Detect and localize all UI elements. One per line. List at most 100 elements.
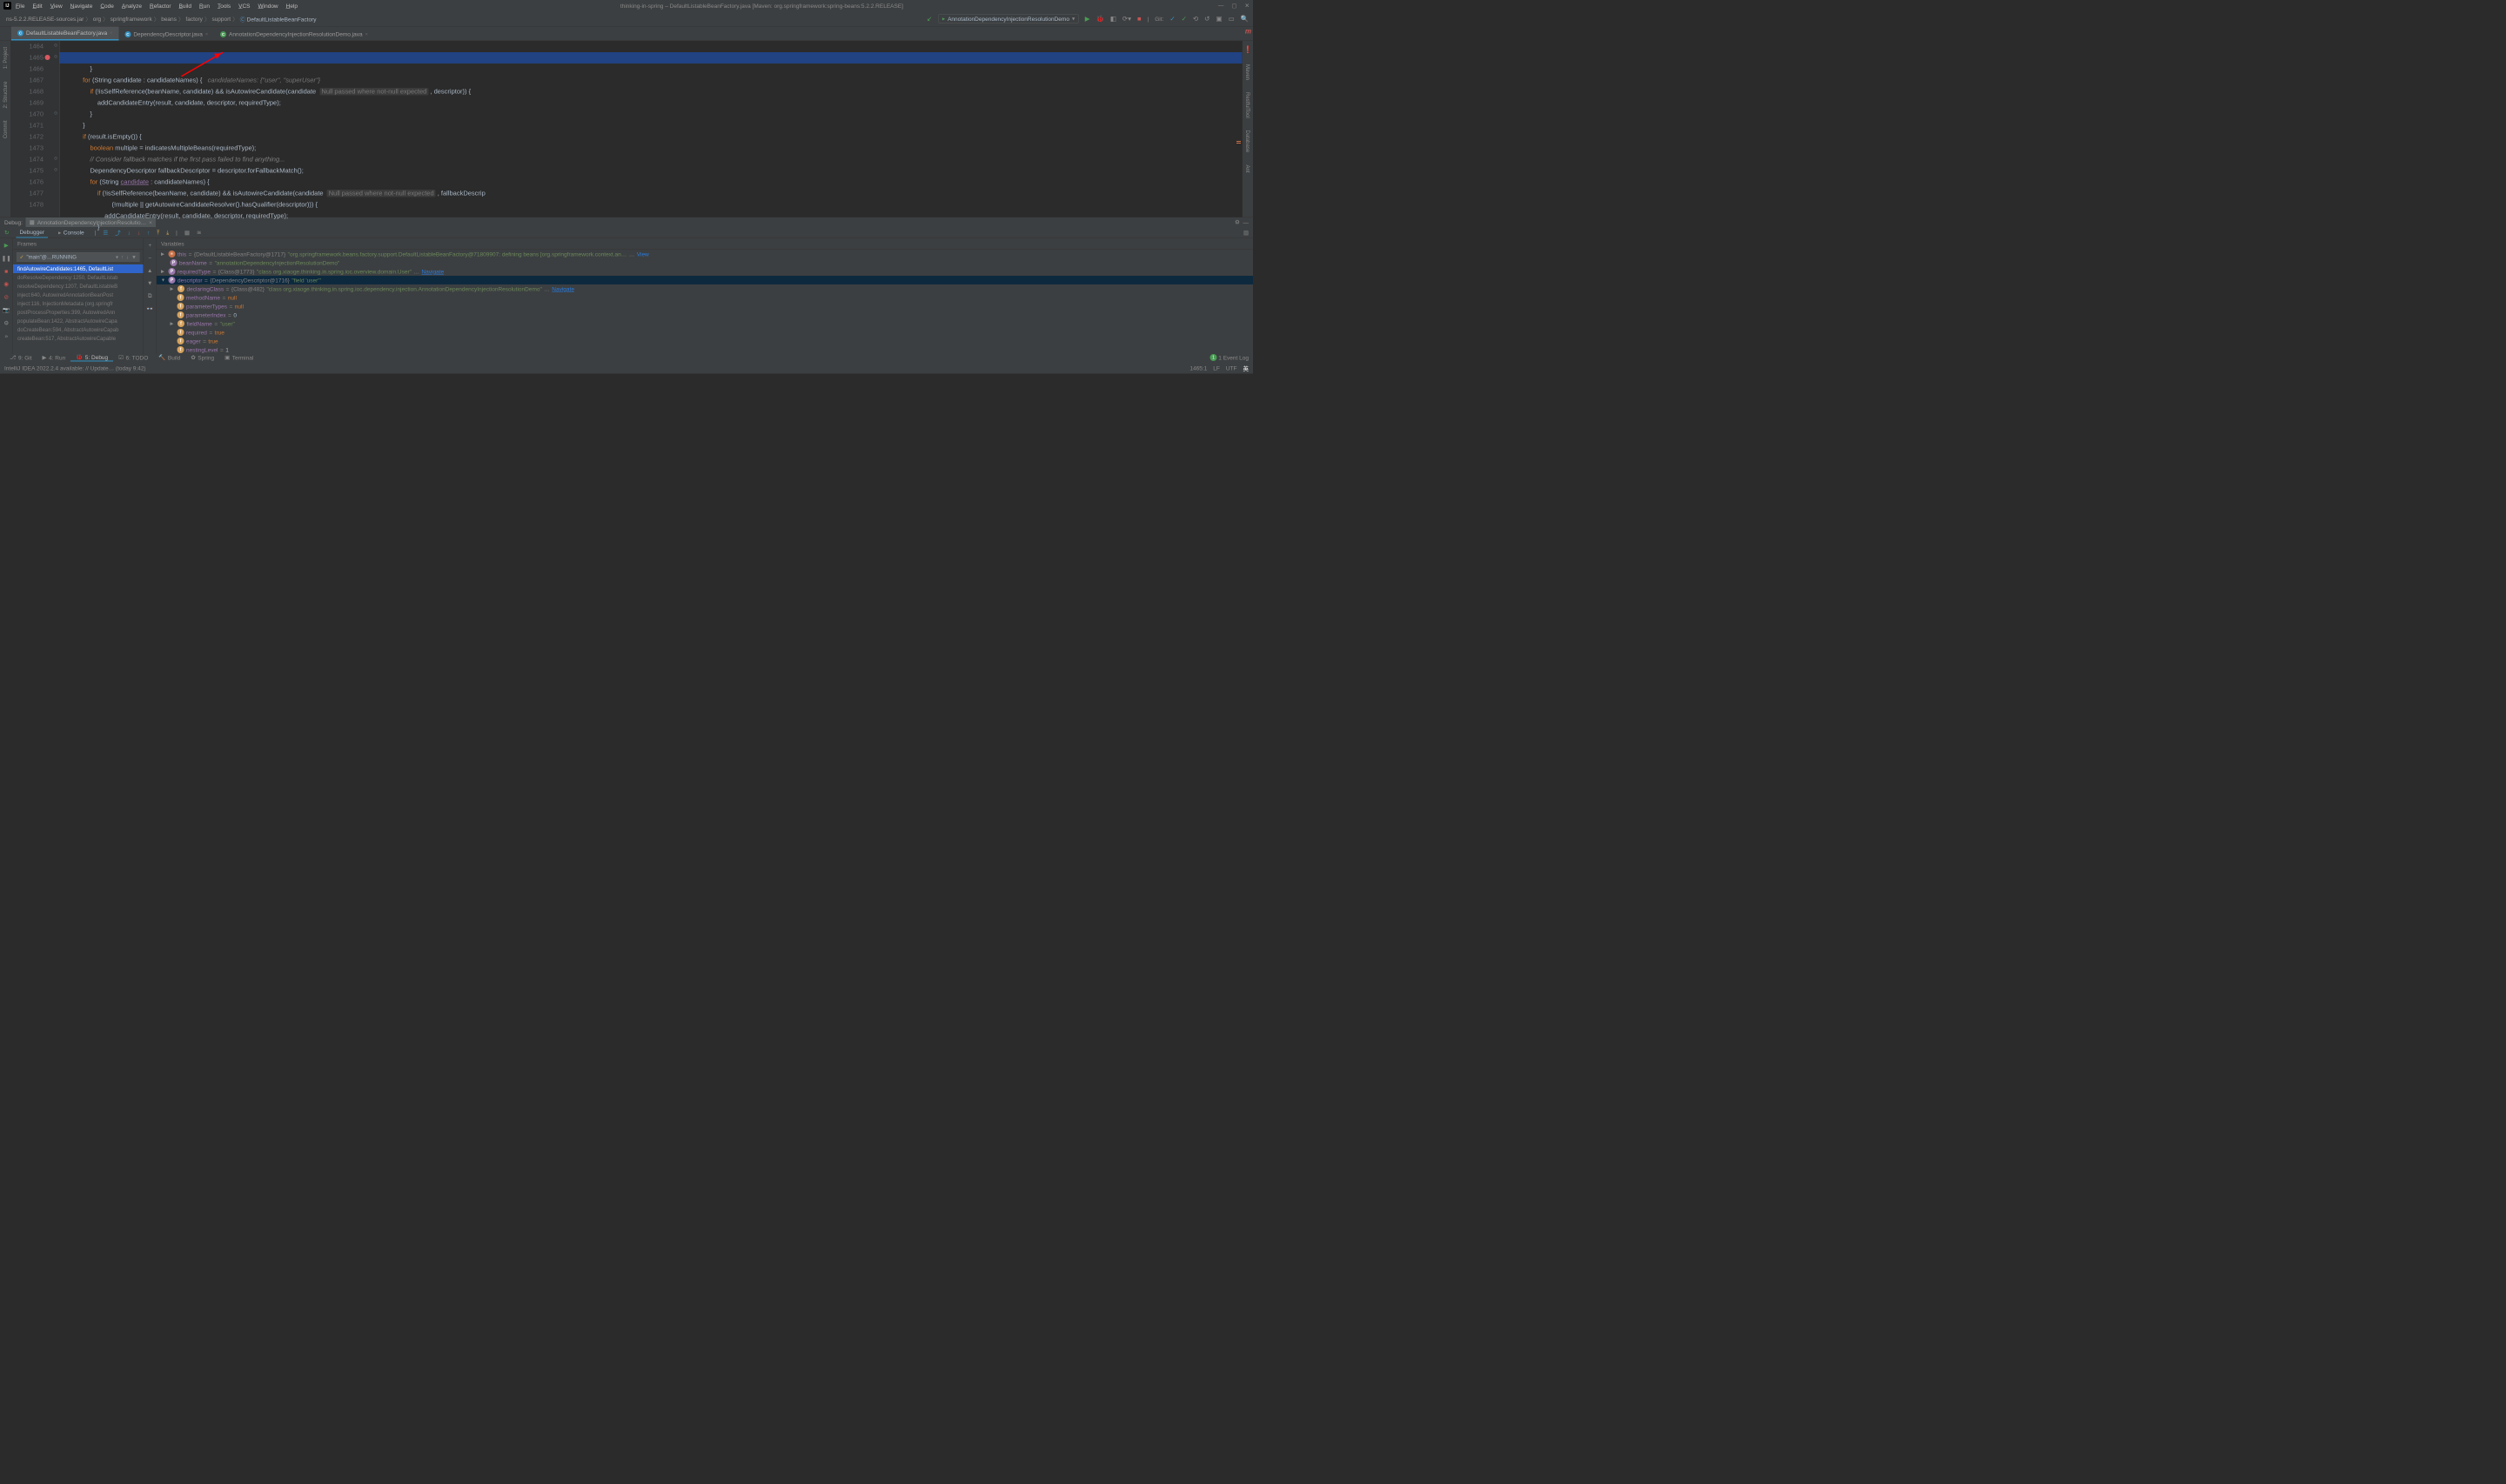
stack-frame[interactable]: doResolveDependency:1250, DefaultListab — [13, 273, 144, 282]
resume-icon[interactable]: ▶ — [4, 242, 9, 249]
editor-tab[interactable]: CAnnotationDependencyInjectionResolution… — [214, 28, 374, 41]
tool-run[interactable]: ▶ 4: Run — [37, 354, 71, 361]
tool-todo[interactable]: ☑ 6: TODO — [113, 354, 153, 361]
close-tab-icon[interactable]: × — [110, 30, 112, 36]
vcs-revert-icon[interactable]: ↺ — [1204, 15, 1209, 23]
menu-vcs[interactable]: VCS — [238, 3, 250, 10]
vcs-history-icon[interactable]: ⟲ — [1193, 15, 1198, 23]
glasses-icon[interactable]: 👓 — [146, 305, 153, 312]
pause-icon[interactable]: ❚❚ — [2, 255, 11, 262]
tool-commit[interactable]: Commit — [3, 118, 9, 140]
menu-view[interactable]: View — [50, 3, 63, 10]
tool-project[interactable]: 1: Project — [3, 45, 9, 70]
var-requiredType[interactable]: ▶P requiredType = {Class@1773} "class or… — [157, 267, 1253, 276]
toolbox-icon[interactable]: ▭ — [1229, 15, 1235, 23]
debug-left-toolbar: ▶ ❚❚ ■ ◉ ⊘ 📷 ⚙ » — [0, 238, 13, 354]
tool-build[interactable]: 🔨 Build — [153, 354, 185, 361]
run-config-selector[interactable]: ▸AnnotationDependencyInjectionResolution… — [938, 14, 1078, 23]
fold-gutter[interactable]: ⊖ ⊖ ⊖ ⊖ ⊖ — [52, 41, 60, 217]
pin-icon[interactable]: » — [4, 333, 8, 340]
search-icon[interactable]: 🔍 — [1241, 15, 1249, 23]
hide-icon[interactable]: — — [1243, 219, 1250, 226]
run-icon[interactable]: ▶ — [1085, 15, 1090, 23]
var-fieldName[interactable]: ▶f fieldName = "user" — [157, 319, 1253, 328]
menu-code[interactable]: Code — [100, 3, 114, 10]
tool-spring[interactable]: ✿ Spring — [185, 354, 219, 361]
stop-debug-icon[interactable]: ■ — [4, 268, 8, 275]
inspection-error-icon[interactable]: ❗ — [1243, 45, 1252, 54]
tool-debug[interactable]: 🐞 5: Debug — [70, 354, 113, 362]
menu-file[interactable]: File — [16, 3, 24, 10]
stop-icon[interactable]: ■ — [1137, 15, 1142, 23]
vcs-commit-icon[interactable]: ✓ — [1182, 15, 1187, 23]
var-eager[interactable]: f eager = true — [157, 337, 1253, 345]
coverage-icon[interactable]: ◧ — [1110, 15, 1116, 23]
stack-frame[interactable]: resolveDependency:1207, DefaultListableB — [13, 282, 144, 291]
var-required[interactable]: f required = true — [157, 328, 1253, 337]
close-tab-icon[interactable]: × — [365, 31, 368, 37]
var-declaringClass[interactable]: ▶f declaringClass = {Class@482} "class o… — [157, 284, 1253, 293]
tool-structure[interactable]: 2: Structure — [3, 79, 9, 110]
minimize-icon[interactable]: — — [1218, 3, 1224, 10]
git-label: Git: — [1155, 16, 1163, 23]
update-notification[interactable]: IntelliJ IDEA 2022.2.4 available: // Upd… — [4, 365, 146, 372]
layout-icon[interactable]: ▥ — [1243, 229, 1249, 236]
menu-refactor[interactable]: Refactor — [150, 3, 171, 10]
menu-window[interactable]: Window — [258, 3, 278, 10]
view-breakpoints-icon[interactable]: ◉ — [3, 281, 9, 288]
vcs-push-icon[interactable]: ▣ — [1216, 15, 1222, 23]
debug-icon[interactable]: 🐞 — [1096, 15, 1103, 23]
tool-git[interactable]: ⎇ 9: Git — [4, 354, 37, 361]
var-descriptor[interactable]: ▼P descriptor = {DependencyDescriptor@17… — [157, 276, 1253, 284]
settings-icon[interactable]: ⚙ — [3, 320, 9, 327]
encoding[interactable]: UTF — [1226, 365, 1237, 372]
menu-build[interactable]: Build — [179, 3, 191, 10]
gutter[interactable]: 💡 14641465146614671468146914701471147214… — [11, 41, 53, 217]
tool-restful[interactable]: RestfulTool — [1245, 90, 1251, 120]
event-log[interactable]: 1 Event Log — [1218, 354, 1249, 361]
breakpoint-icon[interactable] — [45, 55, 50, 60]
up-icon[interactable]: ▲ — [147, 267, 152, 274]
editor-tab[interactable]: CDefaultListableBeanFactory.java× — [11, 27, 118, 41]
down-icon[interactable]: ▼ — [147, 280, 152, 287]
menu-analyze[interactable]: Analyze — [122, 3, 142, 10]
close-icon[interactable]: ✕ — [1245, 3, 1250, 10]
var-parameterTypes[interactable]: f parameterTypes = null — [157, 302, 1253, 311]
stack-frame[interactable]: createBean:517, AbstractAutowireCapable — [13, 334, 144, 343]
menu-tools[interactable]: Tools — [218, 3, 231, 10]
tool-maven[interactable]: Maven — [1245, 63, 1251, 82]
caret-position[interactable]: 1465:1 — [1189, 365, 1207, 372]
menu-navigate[interactable]: Navigate — [70, 3, 93, 10]
code-area[interactable]: } for (String candidate : candidateNames… — [60, 41, 1243, 217]
var-nestingLevel[interactable]: f nestingLevel = 1 — [157, 345, 1253, 354]
stack-frame[interactable]: populateBean:1422, AbstractAutowireCapa — [13, 317, 144, 325]
var-methodName[interactable]: f methodName = null — [157, 293, 1253, 302]
back-icon[interactable]: ↙ — [927, 15, 932, 23]
status-bar: IntelliJ IDEA 2022.2.4 available: // Upd… — [0, 363, 1253, 374]
breadcrumb[interactable]: ns-5.2.2.RELEASE-sources.jar〉 org〉 sprin… — [4, 15, 318, 23]
menu-run[interactable]: Run — [199, 3, 210, 10]
tool-ant[interactable]: Ant — [1245, 163, 1251, 174]
vcs-update-icon[interactable]: ✓ — [1169, 15, 1175, 23]
stack-frame[interactable]: doCreateBean:594, AbstractAutowireCapab — [13, 325, 144, 334]
input-method-icon[interactable]: 英 — [1243, 364, 1249, 373]
menu-help[interactable]: Help — [286, 3, 298, 10]
menu-edit[interactable]: Edit — [32, 3, 42, 10]
editor-tab[interactable]: CDependencyDescriptor.java× — [118, 28, 214, 41]
mute-breakpoints-icon[interactable]: ⊘ — [4, 294, 9, 301]
line-sep[interactable]: LF — [1213, 365, 1220, 372]
tool-database[interactable]: Database — [1245, 129, 1251, 155]
tool-terminal[interactable]: ▣ Terminal — [219, 354, 258, 361]
rerun-icon[interactable]: ↻ — [4, 229, 9, 236]
stack-frame[interactable]: inject:640, AutowiredAnnotationBeanPost — [13, 291, 144, 299]
copy-icon[interactable]: ⧉ — [148, 292, 152, 299]
profile-icon[interactable]: ⟳▾ — [1122, 15, 1131, 23]
maximize-icon[interactable]: ▢ — [1231, 3, 1236, 10]
editor[interactable]: 💡 14641465146614671468146914701471147214… — [11, 41, 1243, 217]
stack-frame[interactable]: postProcessProperties:399, AutowiredAnn — [13, 308, 144, 317]
var-parameterIndex[interactable]: f parameterIndex = 0 — [157, 311, 1253, 319]
camera-icon[interactable]: 📷 — [3, 307, 10, 314]
close-tab-icon[interactable]: × — [205, 31, 208, 37]
stack-frame[interactable]: inject:116, InjectionMetadata (org.sprin… — [13, 299, 144, 308]
tab-debugger[interactable]: Debugger — [16, 227, 48, 238]
